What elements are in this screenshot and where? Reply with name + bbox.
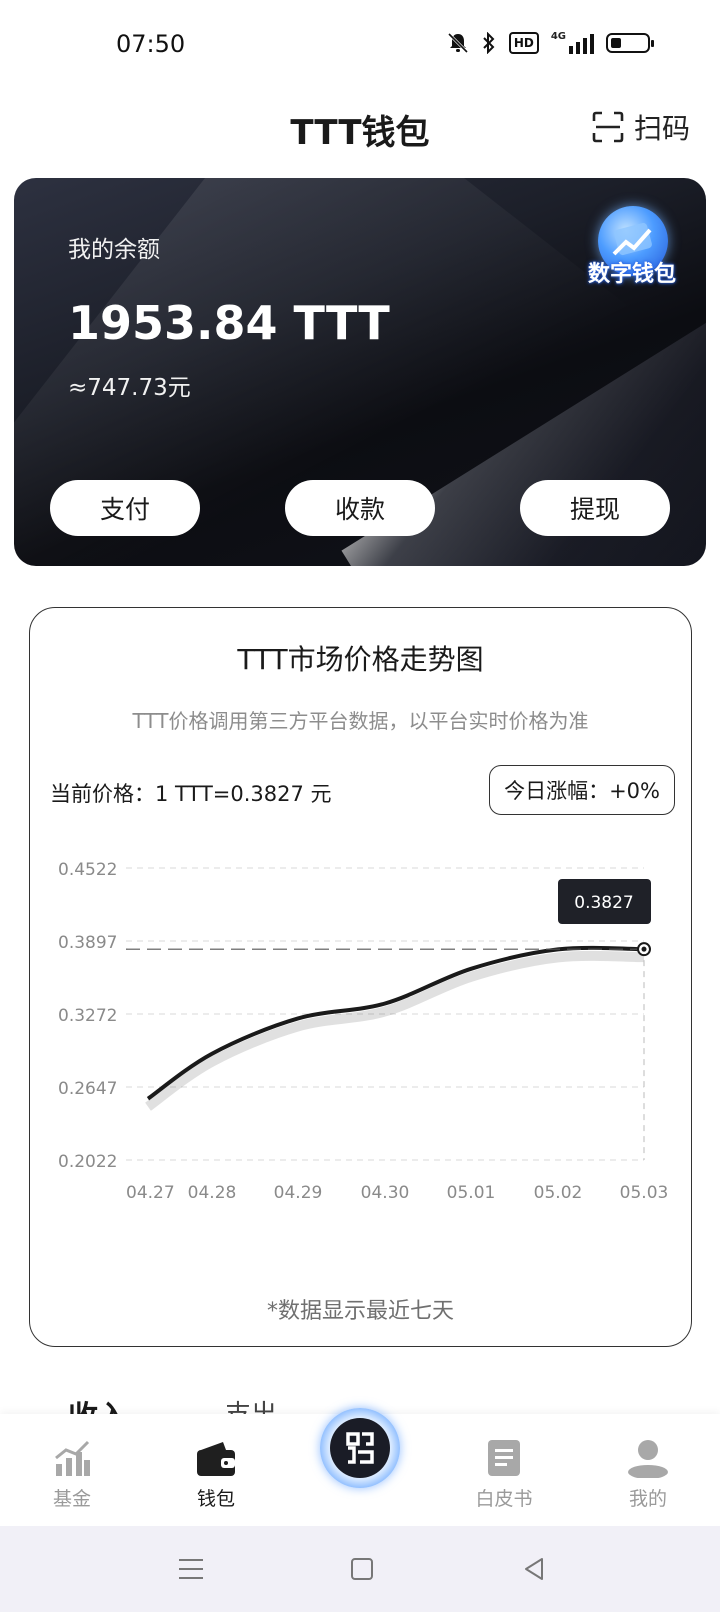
app-header: TTT钱包 扫码: [0, 95, 720, 165]
x-tick-label: 04.27: [126, 1183, 175, 1203]
scan-icon: [592, 111, 624, 143]
tooltip-value: 0.3827: [574, 893, 633, 913]
chart-subtitle: TTT价格调用第三方平台数据，以平台实时价格为准: [132, 709, 589, 733]
user-icon: [628, 1440, 668, 1478]
chart-note: *数据显示最近七天: [266, 1299, 454, 1324]
network-type: 4G: [550, 31, 566, 42]
nav-label-wallet: 钱包: [196, 1488, 235, 1510]
x-tick-label: 04.29: [274, 1183, 323, 1203]
tab-expense[interactable]: 支出: [225, 1394, 277, 1414]
bottom-nav: 基金 钱包 白皮书 我的: [0, 1408, 720, 1526]
x-tick-label: 05.03: [620, 1183, 669, 1203]
x-tick-label: 05.01: [447, 1183, 496, 1203]
price-line-chart[interactable]: 0.4522 0.3897 0.3272 0.2647 0.2022 04.27 04.28…: [30, 828, 693, 1248]
badge-text: 数字钱包: [587, 262, 676, 287]
balance-label: 我的余额: [68, 237, 160, 263]
chart-bars-icon: [55, 1440, 90, 1476]
nav-item-fund[interactable]: 基金: [22, 1414, 122, 1526]
price-series-line: [146, 945, 645, 1101]
status-time: 07:50: [116, 30, 186, 58]
wallet-card: 我的余额 1953.84 TTT ≈747.73元 数字钱包 支付 收款 提现: [14, 178, 706, 566]
x-tick-label: 04.28: [188, 1183, 237, 1203]
y-tick-label: 0.3272: [58, 1006, 117, 1026]
wallet-icon: [197, 1442, 235, 1476]
y-tick-label: 0.4522: [58, 860, 117, 880]
balance-cny: ≈747.73元: [68, 375, 191, 401]
battery-icon: [606, 33, 654, 53]
y-tick-label: 0.2022: [58, 1152, 117, 1172]
y-tick-label: 0.2647: [58, 1079, 117, 1099]
chart-title: TTT市场价格走势图: [237, 643, 484, 676]
app-logo-icon: [346, 1432, 374, 1464]
document-icon: [488, 1440, 520, 1476]
price-chart-card: TTT市场价格走势图 TTT价格调用第三方平台数据，以平台实时价格为准 当前价格…: [29, 607, 692, 1347]
highlight-point-core: [641, 946, 647, 952]
scan-label: 扫码: [633, 112, 690, 145]
status-icons: HD 4G: [447, 32, 654, 54]
tab-income[interactable]: 收入: [68, 1392, 128, 1414]
pay-button[interactable]: 支付: [50, 480, 200, 536]
nav-item-wallet[interactable]: 钱包: [166, 1414, 266, 1526]
status-bar: 07:50 HD 4G: [0, 0, 720, 90]
y-tick-label: 0.3897: [58, 933, 117, 953]
withdraw-button[interactable]: 提现: [520, 480, 670, 536]
signal-icon: 4G: [551, 32, 594, 54]
digital-wallet-badge: 数字钱包: [576, 206, 688, 298]
x-tick-label: 04.30: [361, 1183, 410, 1203]
bluetooth-icon: [483, 32, 495, 54]
line-shadow: [145, 950, 645, 1111]
nav-label-mine: 我的: [628, 1488, 667, 1510]
balance-amount: 1953.84 TTT: [68, 296, 390, 350]
x-tick-label: 05.02: [534, 1183, 583, 1203]
mute-bell-icon: [447, 32, 468, 54]
today-change-badge: 今日涨幅：+0%: [489, 765, 675, 815]
menu-icon[interactable]: [178, 1556, 204, 1582]
center-logo-button[interactable]: [320, 1408, 400, 1488]
nav-item-mine[interactable]: 我的: [598, 1414, 698, 1526]
nav-item-whitepaper[interactable]: 白皮书: [454, 1414, 554, 1526]
system-nav-bar: [0, 1526, 720, 1612]
receive-button[interactable]: 收款: [285, 480, 435, 536]
scan-button[interactable]: 扫码: [592, 107, 690, 147]
hd-badge: HD: [508, 32, 539, 54]
back-icon[interactable]: [522, 1556, 546, 1582]
nav-label-whitepaper: 白皮书: [475, 1488, 533, 1510]
nav-label-fund: 基金: [52, 1488, 91, 1510]
current-price: 当前价格：1 TTT=0.3827 元: [50, 782, 332, 806]
wallet-actions: 支付 收款 提现: [50, 480, 670, 536]
home-icon[interactable]: [350, 1556, 374, 1582]
